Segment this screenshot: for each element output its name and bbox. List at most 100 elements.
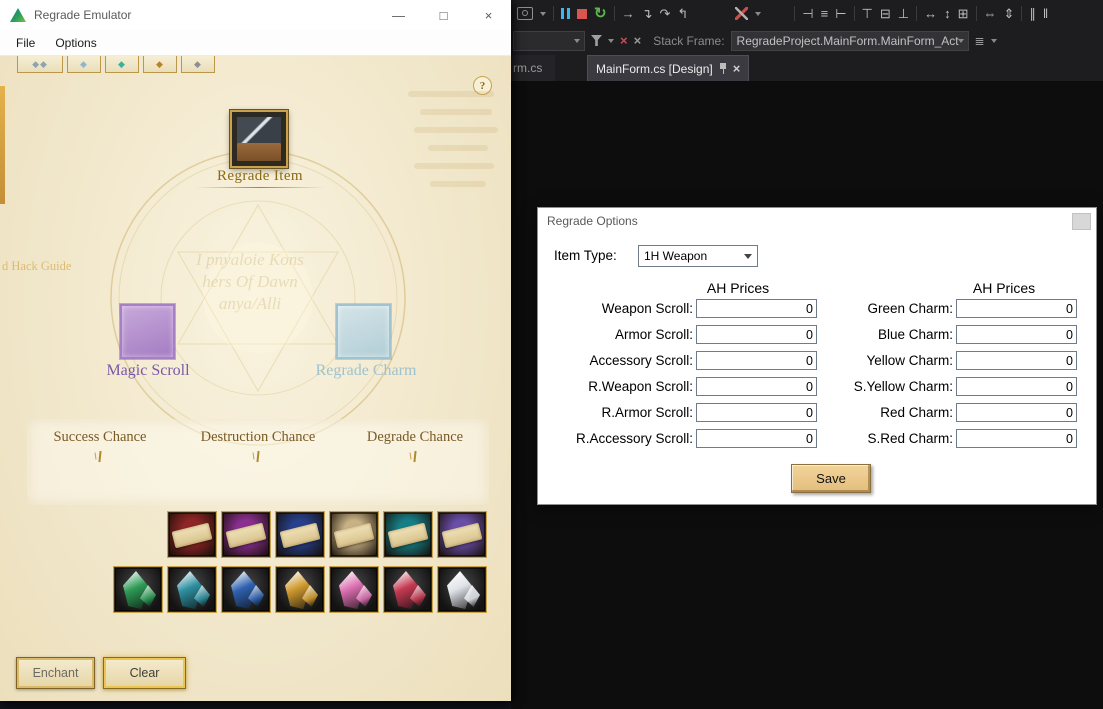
filter-icon[interactable]	[591, 35, 602, 46]
crystal-icon-pink[interactable]	[330, 567, 378, 612]
pause-debug-icon[interactable]	[561, 8, 570, 19]
send-to-back-icon[interactable]: ‖	[1043, 7, 1048, 20]
clear-filter-icon[interactable]: ×	[620, 34, 628, 47]
price-row: R.Weapon Scroll:	[548, 376, 817, 397]
align-centers-icon[interactable]: ≡	[821, 7, 829, 20]
step-out-icon[interactable]: ↰	[677, 7, 688, 20]
weapon-scroll-input[interactable]	[696, 299, 817, 318]
menu-file[interactable]: File	[6, 36, 45, 50]
game-tab-2[interactable]: ◆	[67, 56, 101, 73]
menu-options[interactable]: Options	[45, 36, 106, 50]
s-red-charm-input[interactable]	[956, 429, 1077, 448]
game-tab-3[interactable]: ◆	[105, 56, 139, 73]
stack-frame-combobox[interactable]: RegradeProject.MainForm.MainForm_Act	[730, 30, 969, 51]
step-over-icon[interactable]: ↷	[659, 7, 670, 20]
close-icon[interactable]: ×	[733, 62, 741, 75]
clear-icon[interactable]: ×	[634, 34, 642, 47]
blue-charm-input[interactable]	[956, 325, 1077, 344]
red-charm-input[interactable]	[956, 403, 1077, 422]
process-combobox[interactable]	[513, 30, 585, 51]
enchant-button[interactable]: Enchant	[16, 657, 95, 689]
yellow-charm-input[interactable]	[956, 351, 1077, 370]
faint-text-line	[414, 163, 494, 169]
stop-debug-icon[interactable]	[577, 8, 587, 19]
intellitrace-icon[interactable]	[517, 7, 533, 20]
maximize-button[interactable]: □	[421, 0, 466, 30]
tab-partial-form[interactable]: rm.cs	[511, 55, 555, 81]
armor-scroll-input[interactable]	[696, 325, 817, 344]
close-button[interactable]: ×	[466, 0, 511, 30]
crystal-icon-teal[interactable]	[168, 567, 216, 612]
regrade-charm-slot[interactable]	[336, 304, 391, 359]
tab-mainform-design[interactable]: MainForm.cs [Design] ×	[587, 55, 750, 81]
minimize-button[interactable]: —	[376, 0, 421, 30]
item-icon	[237, 117, 281, 143]
make-same-size-icon[interactable]: ⊞	[958, 7, 969, 20]
item-type-combobox[interactable]: 1H Weapon	[638, 245, 758, 267]
crystal-icon-green[interactable]	[114, 567, 162, 612]
align-lefts-icon[interactable]: ⊣	[802, 7, 813, 20]
armor-scroll-label: Armor Scroll:	[614, 327, 693, 342]
game-tab-4[interactable]: ◆	[143, 56, 177, 73]
accessory-scroll-input[interactable]	[696, 351, 817, 370]
vertical-spacing-icon[interactable]: ⇕	[1004, 7, 1015, 20]
crystal-icon-white[interactable]	[438, 567, 486, 612]
align-middles-icon[interactable]: ⊟	[880, 7, 891, 20]
menu-bar: File Options	[0, 30, 511, 56]
dropdown-caret-icon[interactable]	[755, 11, 762, 16]
price-row: Weapon Scroll:	[548, 298, 817, 319]
vs-debug-location-toolbar: × × Stack Frame: RegradeProject.MainForm…	[511, 27, 1103, 54]
window-control-box[interactable]	[1072, 213, 1091, 230]
game-tab-1[interactable]: ◆◆	[17, 56, 63, 73]
title-bar[interactable]: Regrade Emulator — □ ×	[0, 0, 511, 30]
r-accessory-scroll-label: R.Accessory Scroll:	[575, 431, 693, 446]
scroll-icon-teal[interactable]	[384, 512, 432, 557]
pin-icon[interactable]	[719, 63, 727, 74]
horizontal-spacing-icon[interactable]: ⇔	[984, 7, 997, 20]
show-next-statement-icon[interactable]: →	[622, 7, 635, 20]
align-rights-icon[interactable]: ⊢	[835, 7, 846, 20]
crystal-icon-gold[interactable]	[276, 567, 324, 612]
make-same-height-icon[interactable]: ↕	[944, 7, 951, 20]
save-button[interactable]: Save	[791, 464, 871, 493]
dropdown-caret-icon[interactable]	[990, 38, 997, 43]
price-row: Yellow Charm:	[838, 350, 1077, 371]
regrade-charm-label: Regrade Charm	[315, 362, 417, 379]
r-weapon-scroll-input[interactable]	[696, 377, 817, 396]
dropdown-caret-icon[interactable]	[540, 11, 546, 16]
make-same-width-icon[interactable]: ↔	[924, 7, 937, 20]
stack-frame-value: RegradeProject.MainForm.MainForm_Act	[736, 33, 959, 48]
scroll-icon-tan[interactable]	[330, 512, 378, 557]
game-tab-strip: ◆◆ ◆ ◆ ◆ ◆	[17, 56, 215, 73]
item-icon	[237, 143, 281, 161]
green-charm-input[interactable]	[956, 299, 1077, 318]
watch-icon[interactable]: ≣	[975, 35, 985, 47]
align-bottoms-icon[interactable]: ⊥	[898, 7, 909, 20]
r-accessory-scroll-input[interactable]	[696, 429, 817, 448]
crystal-icon-red[interactable]	[384, 567, 432, 612]
green-charm-label: Green Charm:	[867, 301, 953, 316]
scroll-icon-blue[interactable]	[276, 512, 324, 557]
dropdown-caret-icon[interactable]	[608, 38, 614, 43]
crystal-icon-blue[interactable]	[222, 567, 270, 612]
scroll-icon-violet[interactable]	[438, 512, 486, 557]
scroll-icon-purple[interactable]	[222, 512, 270, 557]
charm-items-row	[114, 567, 486, 612]
diagnostics-icon[interactable]	[735, 7, 749, 20]
ah-prices-header-right: AH Prices	[972, 280, 1036, 296]
chance-panel: Success Chance Destruction Chance Degrad…	[27, 419, 489, 505]
toolbar-separator	[916, 6, 918, 21]
game-tab-5[interactable]: ◆	[181, 56, 215, 73]
scroll-icon-red[interactable]	[168, 512, 216, 557]
s-yellow-charm-input[interactable]	[956, 377, 1077, 396]
align-tops-icon[interactable]: ⊤	[862, 7, 873, 20]
price-row: Armor Scroll:	[548, 324, 817, 345]
regrade-item-slot[interactable]	[230, 110, 288, 168]
magic-scroll-slot[interactable]	[120, 304, 175, 359]
clear-button[interactable]: Clear	[103, 657, 186, 689]
step-into-icon[interactable]: ↴	[642, 7, 653, 20]
bring-to-front-icon[interactable]: ∥	[1029, 7, 1036, 20]
red-charm-label: Red Charm:	[880, 405, 953, 420]
r-armor-scroll-input[interactable]	[696, 403, 817, 422]
restart-debug-icon[interactable]: ↻	[594, 6, 607, 21]
